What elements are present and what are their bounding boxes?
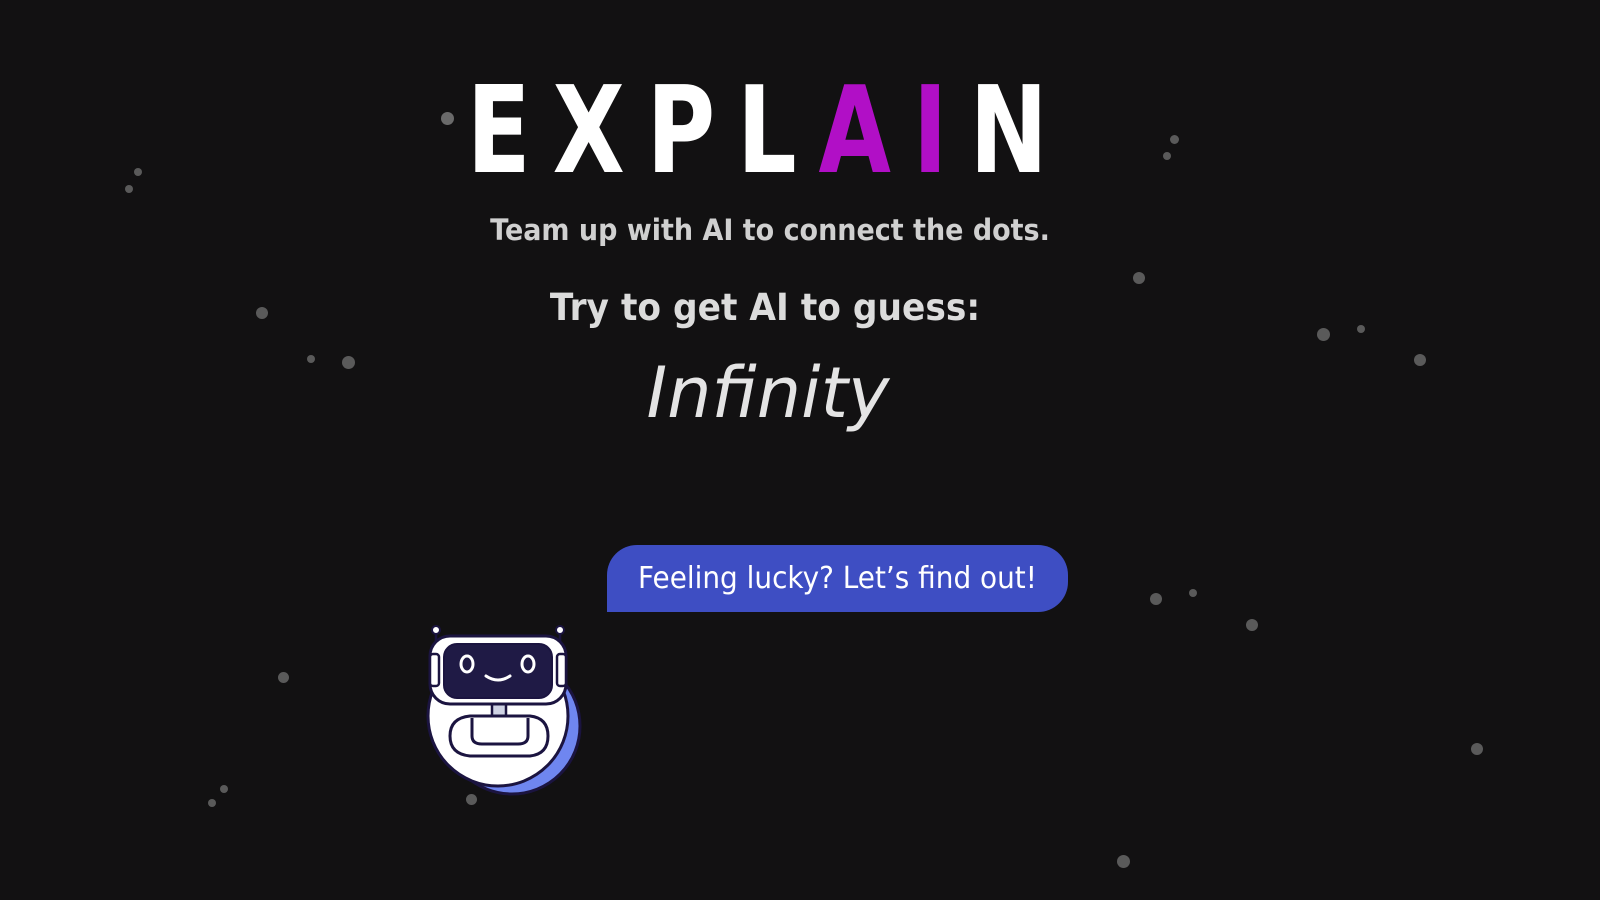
star-dot (1246, 619, 1258, 631)
star-dot (125, 185, 133, 193)
logo-text-accent: AI (818, 62, 970, 201)
logo-text-suffix: N (969, 62, 1070, 201)
star-dot (208, 799, 216, 807)
star-dot (278, 672, 289, 683)
star-dot (134, 168, 142, 176)
target-word: Infinity (646, 352, 890, 434)
robot-mascot-icon (420, 618, 600, 808)
logo-text-prefix: EXPL (466, 62, 819, 201)
game-logo: EXPLAIN (169, 72, 1367, 192)
star-dot (1471, 743, 1483, 755)
star-dot (1317, 328, 1330, 341)
star-dot (220, 785, 228, 793)
feeling-lucky-button[interactable]: Feeling lucky? Let’s find out! (607, 545, 1068, 612)
star-dot (1150, 593, 1162, 605)
feeling-lucky-label: Feeling lucky? Let’s find out! (638, 561, 1037, 596)
star-dot (1117, 855, 1130, 868)
star-dot (1133, 272, 1145, 284)
star-dot (1189, 589, 1197, 597)
guess-prompt-label: Try to get AI to guess: (549, 286, 981, 329)
tagline: Team up with AI to connect the dots. (490, 213, 1050, 247)
